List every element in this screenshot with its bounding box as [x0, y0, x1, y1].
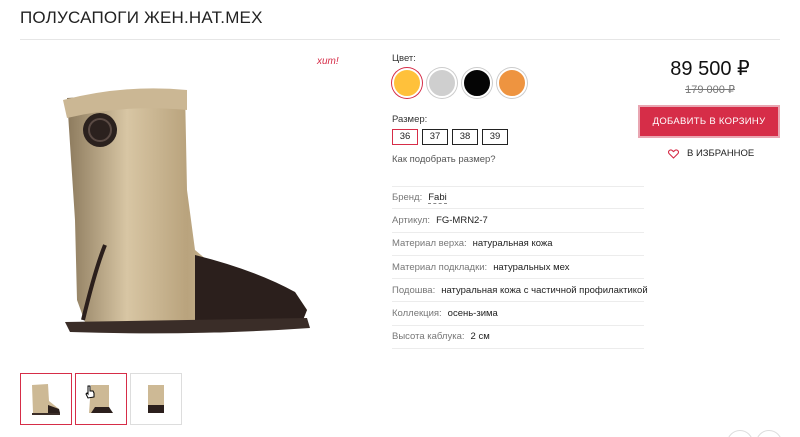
property-row: Бренд: Fabi	[392, 186, 644, 210]
scroll-button-right[interactable]	[756, 430, 782, 437]
property-key: Бренд:	[392, 192, 423, 204]
color-swatch-grey[interactable]	[427, 68, 457, 98]
title-divider	[20, 39, 780, 40]
property-key: Материал подкладки:	[392, 261, 488, 273]
color-label: Цвет:	[392, 53, 416, 64]
hit-badge: хит!	[317, 56, 339, 67]
product-image[interactable]	[45, 70, 345, 360]
property-row: Подошва: натуральная кожа с частичной пр…	[392, 279, 648, 303]
add-to-cart-button[interactable]: ДОБАВИТЬ В КОРЗИНУ	[638, 105, 780, 138]
color-swatch-yellow[interactable]	[392, 68, 422, 98]
property-key: Материал верха:	[392, 238, 467, 250]
property-value: FG-MRN2-7	[436, 214, 488, 226]
size-label: Размер:	[392, 114, 428, 125]
property-value: осень-зима	[447, 308, 498, 320]
size-guide-link[interactable]: Как подобрать размер?	[392, 154, 496, 165]
property-key: Высота каблука:	[392, 331, 465, 343]
add-to-favorites[interactable]: В ИЗБРАННОЕ	[668, 148, 754, 159]
hand-cursor-icon	[85, 385, 95, 399]
favorites-label: В ИЗБРАННОЕ	[687, 148, 755, 159]
property-row: Артикул: FG-MRN2-7	[392, 209, 644, 233]
product-title: ПОЛУСАПОГИ ЖЕН.НАТ.МЕХ	[20, 8, 263, 27]
property-value: натуральная кожа	[472, 238, 553, 250]
property-row: Материал верха: натуральная кожа	[392, 233, 644, 256]
thumbnail-strip	[20, 373, 182, 425]
brand-link[interactable]: Fabi	[428, 192, 447, 204]
property-key: Артикул:	[392, 214, 431, 226]
size-option-37[interactable]: 37	[422, 129, 448, 145]
property-key: Подошва:	[392, 284, 436, 296]
size-option-38[interactable]: 38	[452, 129, 478, 145]
property-value: натуральных мех	[493, 261, 570, 273]
color-swatches	[392, 68, 527, 98]
property-value: натуральная кожа с частичной профилактик…	[441, 284, 648, 296]
thumbnail-2[interactable]	[75, 373, 127, 425]
size-option-36[interactable]: 36	[392, 129, 418, 145]
product-properties: Бренд: Fabi Артикул: FG-MRN2-7 Материал …	[392, 186, 648, 350]
property-row: Коллекция: осень-зима	[392, 302, 644, 326]
thumbnail-boot-icon	[32, 384, 60, 415]
thumbnail-boot-icon	[148, 385, 164, 413]
size-option-39[interactable]: 39	[482, 129, 508, 145]
thumbnail-1[interactable]	[20, 373, 72, 425]
property-row: Высота каблука: 2 см	[392, 326, 644, 350]
color-swatch-orange[interactable]	[497, 68, 527, 98]
property-key: Коллекция:	[392, 308, 442, 320]
thumbnail-3[interactable]	[130, 373, 182, 425]
scroll-button-left[interactable]	[727, 430, 753, 437]
property-row: Материал подкладки: натуральных мех	[392, 256, 644, 280]
property-value: 2 см	[470, 331, 490, 343]
current-price: 89 500 ₽	[670, 58, 750, 80]
color-swatch-black[interactable]	[462, 68, 492, 98]
heart-icon	[668, 148, 679, 159]
old-price: 179 000 ₽	[685, 84, 735, 96]
size-options: 36 37 38 39	[392, 129, 508, 145]
